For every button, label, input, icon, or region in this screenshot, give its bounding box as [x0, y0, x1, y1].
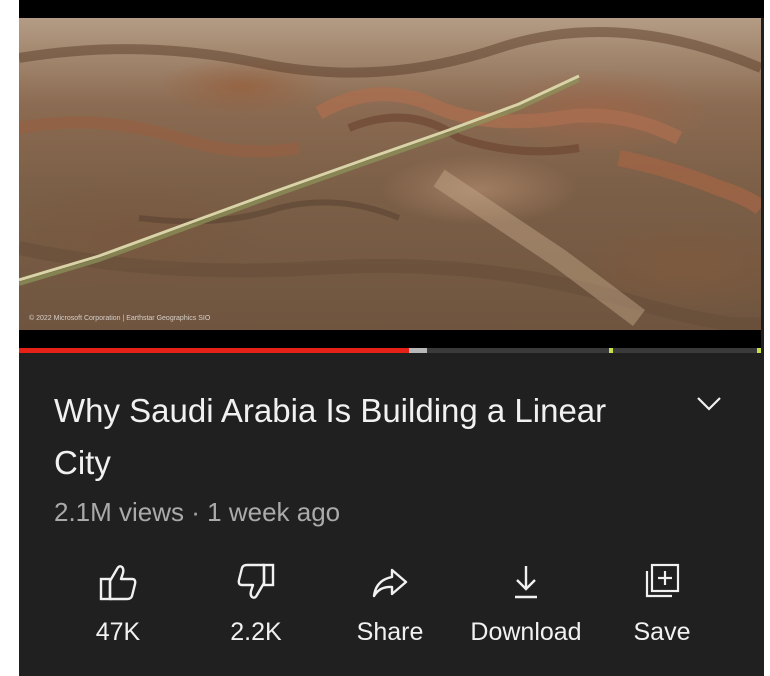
- like-button[interactable]: 47K: [48, 556, 188, 656]
- save-button[interactable]: Save: [592, 556, 732, 656]
- progress-buffered: [408, 348, 428, 353]
- dislike-button[interactable]: 2.2K: [186, 556, 326, 656]
- progress-bar[interactable]: [19, 348, 761, 353]
- share-label: Share: [356, 618, 424, 646]
- desert-terrain-thumbnail: © 2022 Microsoft Corporation | Earthstar…: [19, 27, 761, 330]
- save-label: Save: [633, 618, 691, 646]
- progress-played: [19, 348, 409, 353]
- video-player[interactable]: © 2022 Microsoft Corporation | Earthstar…: [19, 18, 761, 330]
- download-label: Download: [470, 618, 582, 646]
- chapter-marker: [608, 348, 613, 353]
- dislike-count: 2.2K: [230, 618, 282, 646]
- chapter-marker: [757, 348, 761, 353]
- share-button[interactable]: Share: [320, 556, 460, 656]
- like-count: 47K: [95, 618, 141, 646]
- video-bottom-band: [19, 330, 761, 348]
- video-meta: 2.1M views · 1 week ago: [54, 497, 341, 527]
- share-arrow-icon: [372, 568, 408, 598]
- download-button[interactable]: Download: [456, 556, 596, 656]
- download-icon: [515, 566, 537, 599]
- top-black-bar: [19, 0, 764, 18]
- thumbs-down-icon: [237, 563, 275, 599]
- chevron-down-icon[interactable]: [694, 388, 724, 418]
- playlist-add-icon: [645, 563, 680, 598]
- thumbs-up-icon: [99, 565, 137, 601]
- video-title[interactable]: Why Saudi Arabia Is Building a Linear Ci…: [54, 385, 634, 489]
- map-attribution-watermark: © 2022 Microsoft Corporation | Earthstar…: [29, 314, 211, 322]
